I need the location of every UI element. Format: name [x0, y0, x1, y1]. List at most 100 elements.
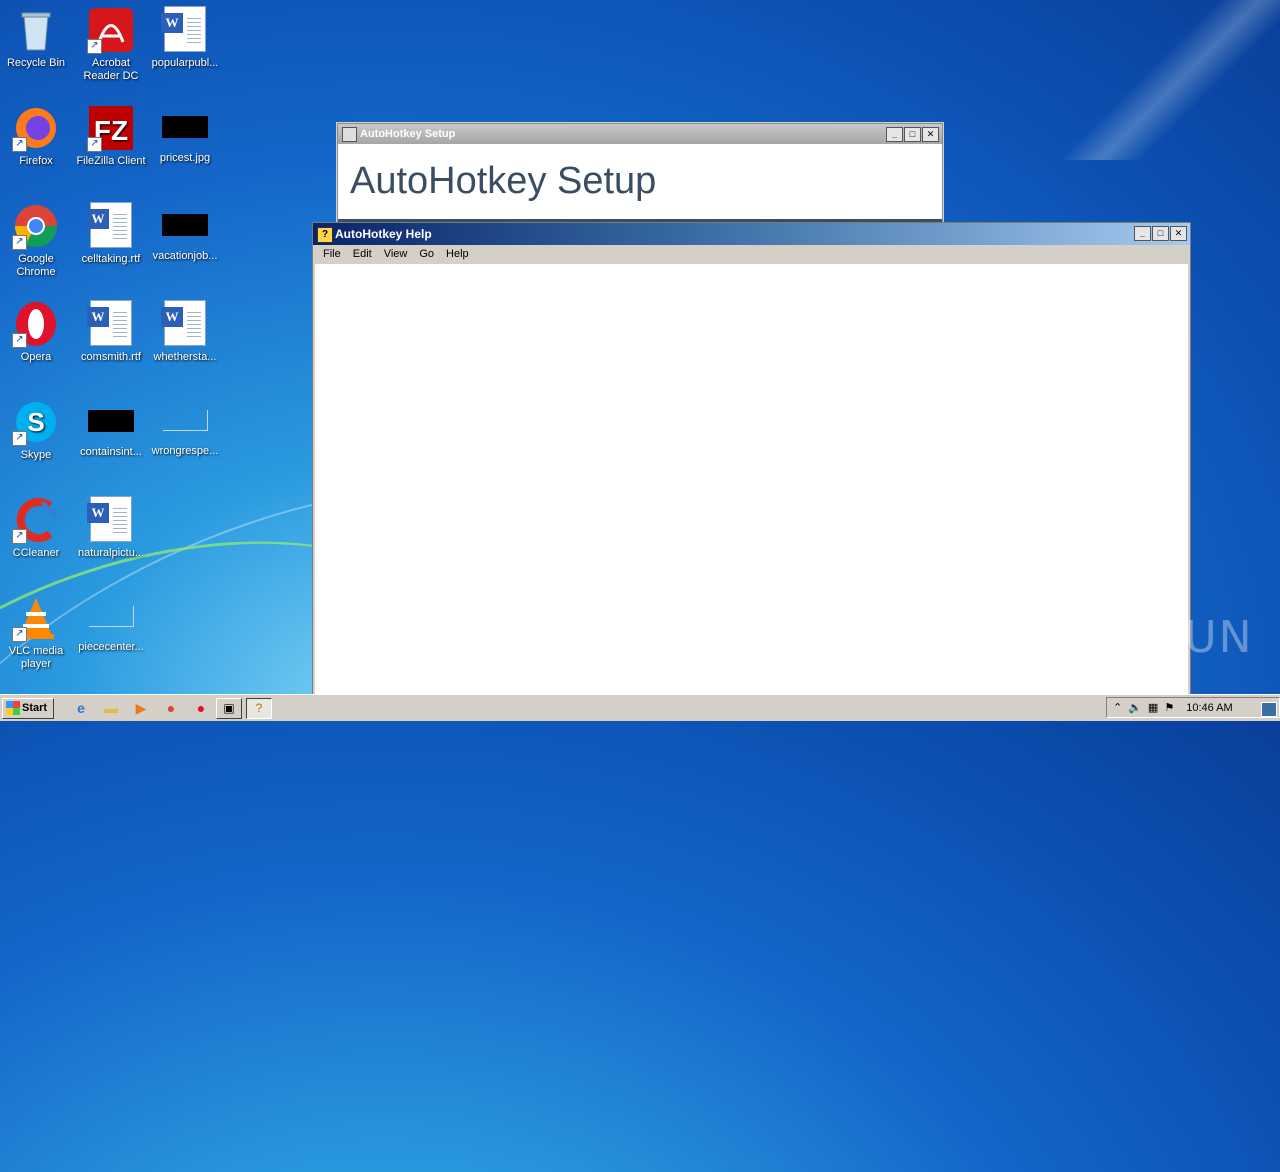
desktop-icon-celltaking[interactable]: W celltaking.rtf	[75, 202, 147, 266]
minimize-button[interactable]: _	[1134, 226, 1151, 241]
desktop-icon-comsmith[interactable]: W comsmith.rtf	[75, 300, 147, 364]
word-document-icon: W	[87, 496, 135, 544]
ccleaner-icon: ↗	[12, 496, 60, 544]
menu-go[interactable]: Go	[413, 248, 440, 260]
setup-heading: AutoHotkey Setup	[350, 160, 657, 202]
system-tray: ⌃ 🔈 ▦ ⚑ 10:46 AM	[1106, 697, 1280, 718]
menu-edit[interactable]: Edit	[347, 248, 378, 260]
action-center-flag-icon[interactable]: ⚑	[1164, 701, 1174, 714]
opera-icon: ↗	[12, 300, 60, 348]
setup-taskbar-icon: ▣	[223, 701, 235, 715]
volume-icon[interactable]: 🔈	[1128, 701, 1142, 714]
chrome-taskbar-icon[interactable]: ●	[160, 697, 182, 719]
file-thumbnail-icon	[88, 606, 134, 627]
desktop-icon-opera[interactable]: ↗ Opera	[0, 300, 72, 364]
vlc-icon: ↗	[12, 594, 60, 642]
desktop-icon-label: pricest.jpg	[159, 152, 211, 164]
desktop-icon-skype[interactable]: S ↗ Skype	[0, 398, 72, 462]
svg-text:S: S	[27, 407, 44, 437]
desktop-icon-label: Google Chrome	[16, 253, 56, 278]
desktop-icon-firefox[interactable]: ↗ Firefox	[0, 104, 72, 168]
desktop-icon-label: VLC media player	[8, 645, 64, 670]
close-button[interactable]: ✕	[922, 127, 939, 142]
desktop-icon-label: whethersta...	[153, 351, 217, 363]
desktop-icon-vlc[interactable]: ↗ VLC media player	[0, 594, 72, 671]
file-thumbnail-icon	[162, 214, 208, 236]
desktop-icon-label: naturalpictu...	[77, 547, 145, 559]
internet-explorer-icon[interactable]: e	[70, 697, 92, 719]
menu-help[interactable]: Help	[440, 248, 475, 260]
shortcut-arrow-icon: ↗	[87, 39, 102, 54]
desktop-icon-naturalpictu[interactable]: W naturalpictu...	[75, 496, 147, 560]
word-document-icon: W	[87, 300, 135, 348]
desktop-icon-containsint[interactable]: containsint...	[75, 398, 147, 459]
tray-expand-icon[interactable]: ⌃	[1113, 701, 1122, 714]
file-thumbnail-icon	[162, 116, 208, 138]
maximize-button[interactable]: □	[904, 127, 921, 142]
chrome-icon: ↗	[12, 202, 60, 250]
menu-view[interactable]: View	[378, 248, 414, 260]
shortcut-arrow-icon: ↗	[12, 235, 27, 250]
shortcut-arrow-icon: ↗	[12, 529, 27, 544]
file-thumbnail-icon	[162, 410, 208, 431]
maximize-button[interactable]: □	[1152, 226, 1169, 241]
shortcut-arrow-icon: ↗	[12, 137, 27, 152]
skype-icon: S ↗	[12, 398, 60, 446]
network-icon[interactable]: ▦	[1148, 701, 1158, 714]
word-document-icon: W	[161, 6, 209, 54]
shortcut-arrow-icon: ↗	[12, 333, 27, 348]
setup-app-icon	[342, 127, 357, 142]
help-menubar: File Edit View Go Help	[313, 245, 1190, 263]
word-document-icon: W	[87, 202, 135, 250]
desktop-icon-label: CCleaner	[12, 547, 60, 559]
opera-taskbar-icon[interactable]: ●	[190, 697, 212, 719]
desktop-icon-filezilla[interactable]: FZ ↗ FileZilla Client	[75, 104, 147, 168]
minimize-button[interactable]: _	[886, 127, 903, 142]
recycle-bin-icon	[12, 6, 60, 54]
desktop-icon-label: Opera	[20, 351, 52, 363]
media-player-icon[interactable]: ▶	[130, 697, 152, 719]
help-taskbar-icon: ?	[255, 701, 263, 715]
desktop-icon-vacationjob[interactable]: vacationjob...	[149, 202, 221, 263]
desktop-icon-label: popularpubl...	[151, 57, 219, 69]
desktop-icon-pricest[interactable]: pricest.jpg	[149, 104, 221, 165]
filezilla-icon: FZ ↗	[87, 104, 135, 152]
autohotkey-setup-window[interactable]: AutoHotkey Setup _ □ ✕ AutoHotkey Setup	[337, 123, 943, 223]
desktop-icon-label: piececenter...	[78, 641, 144, 653]
shortcut-arrow-icon: ↗	[12, 431, 27, 446]
menu-file[interactable]: File	[317, 248, 347, 260]
desktop-icon-label: vacationjob...	[152, 250, 218, 262]
desktop-icon-google-chrome[interactable]: ↗ Google Chrome	[0, 202, 72, 279]
taskbar: Start e ▬ ▶ ● ● ▣ ? ⌃ 🔈 ▦ ⚑ 10:46 AM	[0, 694, 1280, 721]
taskbar-item-setup[interactable]: ▣	[216, 697, 242, 719]
acrobat-icon: ↗	[87, 6, 135, 54]
setup-window-titlebar[interactable]: AutoHotkey Setup _ □ ✕	[338, 124, 942, 144]
desktop-icon-label: Acrobat Reader DC	[83, 57, 139, 82]
clock[interactable]: 10:46 AM	[1186, 702, 1232, 714]
desktop-icon-ccleaner[interactable]: ↗ CCleaner	[0, 496, 72, 560]
help-window-title: AutoHotkey Help	[335, 227, 432, 241]
desktop-icon-label: celltaking.rtf	[81, 253, 141, 265]
file-thumbnail-icon	[88, 410, 134, 432]
word-document-icon: W	[161, 300, 209, 348]
desktop-icon-piececenter[interactable]: piececenter...	[75, 594, 147, 654]
desktop-icon-label: Skype	[20, 449, 52, 461]
file-explorer-icon[interactable]: ▬	[100, 697, 122, 719]
shortcut-arrow-icon: ↗	[12, 627, 27, 642]
desktop-icon-popularpubl[interactable]: W popularpubl...	[149, 6, 221, 70]
close-button[interactable]: ✕	[1170, 226, 1187, 241]
desktop-icon-whethersta[interactable]: W whethersta...	[149, 300, 221, 364]
desktop-icon-acrobat-reader[interactable]: ↗ Acrobat Reader DC	[75, 6, 147, 83]
taskbar-item-help[interactable]: ?	[246, 697, 272, 719]
windows-logo-icon	[6, 701, 20, 715]
show-desktop-button[interactable]	[1261, 702, 1277, 717]
desktop-icon-label: wrongrespe...	[151, 445, 219, 457]
desktop-icon-label: comsmith.rtf	[81, 351, 141, 363]
help-window-titlebar[interactable]: ? AutoHotkey Help _ □ ✕	[313, 223, 1190, 245]
desktop-icon-recycle-bin[interactable]: Recycle Bin	[0, 6, 72, 70]
desktop-icon-label: FileZilla Client	[76, 155, 146, 167]
desktop-icon-wrongrespe[interactable]: wrongrespe...	[149, 398, 221, 458]
start-button[interactable]: Start	[2, 697, 54, 719]
desktop-icon-label: Firefox	[19, 155, 53, 167]
help-question-icon: ?	[317, 227, 333, 243]
